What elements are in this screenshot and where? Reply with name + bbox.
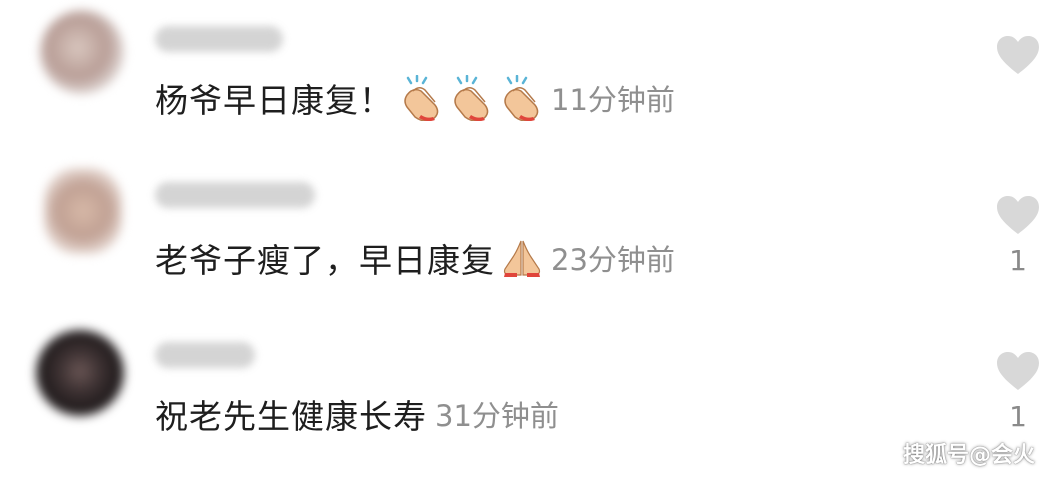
comment-content: 老爷子瘦了，早日康复 23分钟前 [155, 234, 675, 282]
comment-time: 31分钟前 [435, 399, 559, 433]
heart-icon[interactable] [995, 194, 1041, 236]
comment-text: 老爷子瘦了，早日康复 [155, 241, 495, 280]
like-count: 1 [1009, 400, 1027, 433]
like-button[interactable]: 1 [995, 350, 1041, 433]
avatar[interactable] [36, 330, 124, 416]
comment-text: 祝老先生健康长寿 [155, 397, 427, 436]
comment-time: 23分钟前 [551, 243, 675, 277]
folded-hands-icon [501, 237, 543, 279]
clapping-hands-icon [499, 75, 543, 121]
comment-content: 祝老先生健康长寿 31分钟前 [155, 390, 559, 438]
comment-item: 祝老先生健康长寿 31分钟前 1 [0, 320, 1057, 481]
comment-text: 杨爷早日康复！ [155, 81, 393, 120]
comment-item: 杨爷早日康复！ 11分钟前 [0, 0, 1057, 160]
like-count: 1 [1009, 244, 1027, 277]
username-blurred[interactable] [155, 182, 315, 208]
heart-icon[interactable] [995, 350, 1041, 392]
like-button[interactable]: 1 [995, 194, 1041, 277]
heart-icon[interactable] [995, 34, 1041, 76]
username-blurred[interactable] [155, 26, 283, 52]
watermark: 搜狐号@会火 [902, 443, 1035, 468]
comment-content: 杨爷早日康复！ 11分钟前 [155, 74, 675, 122]
avatar[interactable] [44, 168, 122, 254]
like-button[interactable] [995, 34, 1041, 84]
avatar[interactable] [40, 10, 124, 94]
username-blurred[interactable] [155, 342, 255, 368]
clapping-hands-icon [449, 75, 493, 121]
comment-time: 11分钟前 [551, 83, 675, 117]
comment-item: 老爷子瘦了，早日康复 23分钟前 1 [0, 160, 1057, 320]
clapping-hands-icon [399, 75, 443, 121]
